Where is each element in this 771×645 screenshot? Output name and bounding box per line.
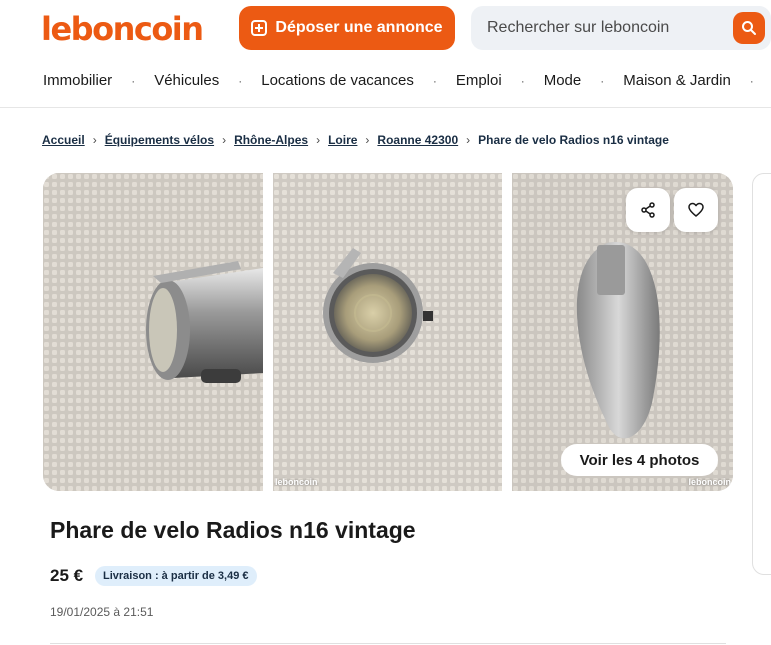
nav-separator: ·: [432, 73, 437, 88]
breadcrumb-link-accueil[interactable]: Accueil: [42, 133, 85, 147]
listing-date: 19/01/2025 à 21:51: [50, 605, 154, 619]
leboncoin-watermark: leboncoin: [275, 477, 318, 487]
delivery-badge: Livraison : à partir de 3,49 €: [95, 566, 257, 586]
breadcrumb-link-roanne[interactable]: Roanne 42300: [377, 133, 458, 147]
search-bar: [471, 6, 771, 50]
section-divider: [50, 643, 726, 644]
chevron-right-icon: ›: [316, 133, 321, 147]
breadcrumb-link-equipements-velos[interactable]: Équipements vélos: [105, 133, 214, 147]
search-button[interactable]: [733, 12, 765, 44]
listing-title: Phare de velo Radios n16 vintage: [50, 517, 416, 543]
nav-separator: ·: [520, 73, 525, 88]
plus-square-icon: [251, 20, 268, 36]
search-icon: [742, 21, 756, 35]
nav-item-maison-jardin[interactable]: Maison & Jardin: [623, 72, 731, 89]
nav-item-mode[interactable]: Mode: [544, 72, 582, 89]
post-ad-label: Déposer une annonce: [275, 19, 443, 36]
share-button[interactable]: [626, 188, 670, 232]
listing-photo-1[interactable]: [43, 173, 263, 491]
leboncoin-logo[interactable]: leboncoin: [41, 10, 204, 48]
chevron-right-icon: ›: [466, 133, 471, 147]
post-ad-button[interactable]: Déposer une annonce: [239, 6, 455, 50]
breadcrumb-current: Phare de velo Radios n16 vintage: [478, 133, 669, 147]
nav-separator: ·: [238, 73, 243, 88]
bike-light-side-image: [43, 173, 263, 491]
nav-item-immobilier[interactable]: Immobilier: [43, 72, 112, 89]
listing-price: 25 €: [50, 566, 84, 585]
bike-light-front-image: [273, 173, 502, 491]
nav-item-locations-vacances[interactable]: Locations de vacances: [261, 72, 414, 89]
seller-side-card: [752, 173, 771, 575]
listing-photo-2[interactable]: leboncoin: [273, 173, 502, 491]
breadcrumb-link-rhone-alpes[interactable]: Rhône-Alpes: [234, 133, 308, 147]
nav-item-vehicules[interactable]: Véhicules: [154, 72, 219, 89]
share-icon: [641, 202, 655, 218]
chevron-right-icon: ›: [365, 133, 370, 147]
favorite-button[interactable]: [674, 188, 718, 232]
breadcrumb-link-loire[interactable]: Loire: [328, 133, 357, 147]
nav-separator: ·: [749, 73, 754, 88]
nav-separator: ·: [600, 73, 605, 88]
nav-item-emploi[interactable]: Emploi: [456, 72, 502, 89]
leboncoin-watermark: leboncoin: [688, 477, 732, 487]
chevron-right-icon: ›: [92, 133, 97, 147]
nav-separator: ·: [131, 73, 136, 88]
search-input[interactable]: [487, 6, 727, 50]
chevron-right-icon: ›: [222, 133, 227, 147]
site-header: leboncoin Déposer une annonce Immobilier…: [0, 0, 771, 108]
view-all-photos-button[interactable]: Voir les 4 photos: [561, 444, 718, 476]
breadcrumb: Accueil › Équipements vélos › Rhône-Alpe…: [42, 133, 669, 147]
heart-icon: [688, 202, 704, 217]
category-nav: Immobilier · Véhicules · Locations de va…: [43, 72, 771, 89]
